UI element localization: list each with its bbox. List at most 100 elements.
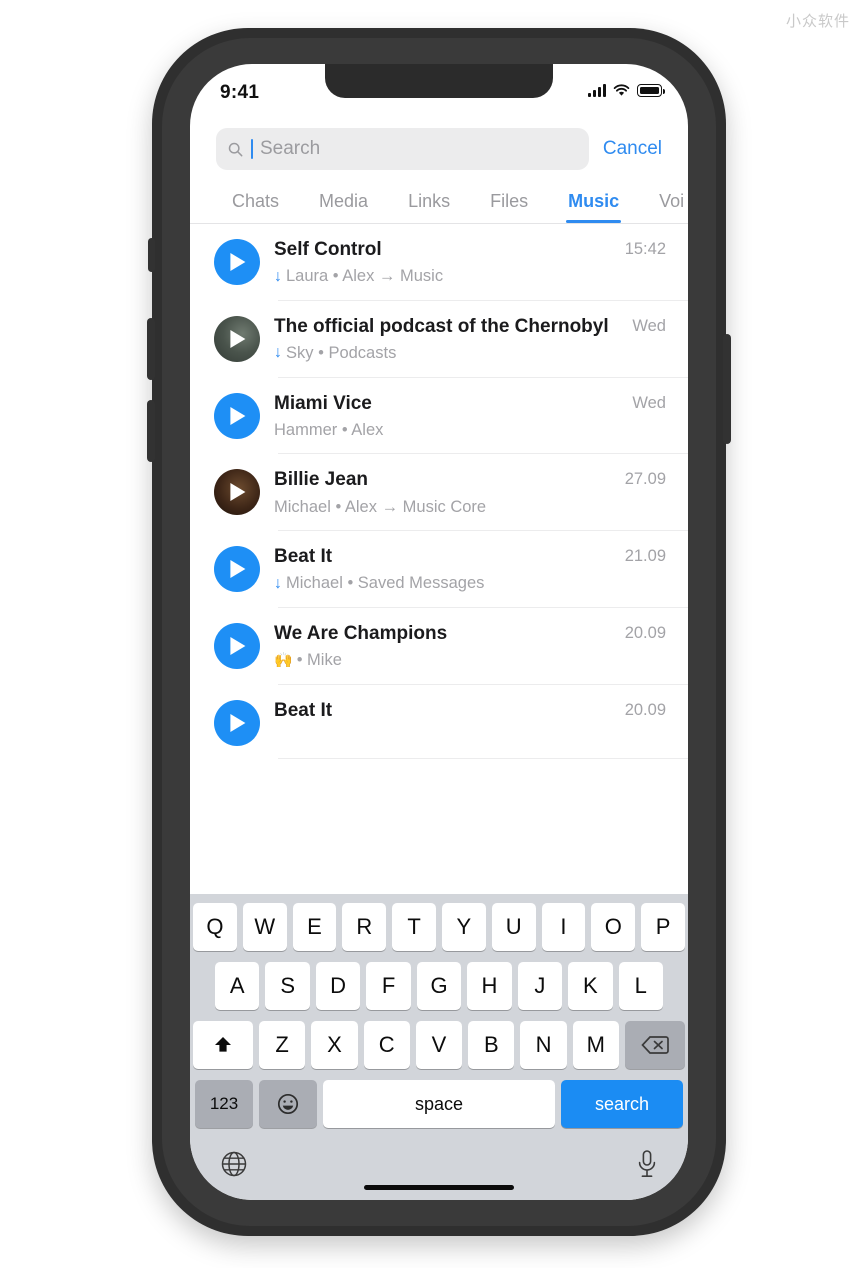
key-u[interactable]: U <box>491 903 536 951</box>
key-o[interactable]: O <box>591 903 636 951</box>
numbers-key[interactable]: 123 <box>195 1080 253 1128</box>
key-v[interactable]: V <box>415 1021 463 1069</box>
list-item[interactable]: We Are Champions 🙌 • Mike 20.09 <box>190 608 688 685</box>
list-item[interactable]: Miami Vice Hammer • Alex Wed <box>190 378 688 455</box>
music-list: Self Control ↓ Laura • Alex → Music 15:4… <box>190 224 688 759</box>
list-item-title: Billie Jean <box>274 469 368 491</box>
tab-links[interactable]: Links <box>388 191 470 223</box>
podcast-avatar[interactable] <box>214 315 260 362</box>
power-button[interactable] <box>723 334 731 444</box>
list-item-body: Beat It ↓ Michael • Saved Messages <box>274 544 611 595</box>
key-t[interactable]: T <box>392 903 436 951</box>
emoji-key[interactable] <box>259 1080 317 1128</box>
backspace-key[interactable] <box>624 1021 685 1069</box>
key-r[interactable]: R <box>342 903 387 951</box>
key-n[interactable]: N <box>520 1021 567 1069</box>
key-z[interactable]: Z <box>259 1021 306 1069</box>
key-w[interactable]: W <box>242 903 287 951</box>
key-d[interactable]: D <box>315 962 361 1010</box>
search-icon <box>228 142 243 156</box>
list-item[interactable]: Beat It 20.09 <box>190 685 688 759</box>
phone-frame: 9:41 Search Cancel Chats Media Links Fil… <box>147 28 731 1236</box>
album-art-avatar[interactable] <box>214 469 260 516</box>
space-key[interactable]: space <box>323 1080 555 1128</box>
play-icon <box>230 483 246 502</box>
play-icon <box>230 713 246 732</box>
raised-hands-emoji-icon: 🙌 <box>274 652 293 670</box>
list-item-time: 15:42 <box>624 240 666 258</box>
play-button-avatar[interactable] <box>214 239 260 285</box>
list-item-time: Wed <box>632 393 666 412</box>
list-item-body: We Are Champions 🙌 • Mike <box>274 621 611 672</box>
notch <box>325 64 553 98</box>
search-input[interactable]: Search <box>216 128 589 170</box>
signal-bars-icon <box>588 84 606 97</box>
microphone-icon[interactable] <box>635 1148 659 1180</box>
play-button-avatar[interactable] <box>214 392 260 439</box>
search-key[interactable]: search <box>561 1080 683 1128</box>
globe-icon[interactable] <box>219 1149 249 1179</box>
list-item[interactable]: The official podcast of the Chernobyl ↓ … <box>190 301 688 378</box>
list-item[interactable]: Billie Jean Michael • Alex → Music Core … <box>190 454 688 531</box>
list-item-title: Beat It <box>274 699 333 721</box>
download-icon: ↓ <box>274 344 282 362</box>
list-item[interactable]: Beat It ↓ Michael • Saved Messages 21.09 <box>190 531 688 608</box>
tab-voice[interactable]: Voi <box>639 191 688 223</box>
key-c[interactable]: C <box>363 1021 410 1069</box>
shift-arrow-icon <box>215 1037 232 1052</box>
keyboard-row-2: A S D F G H J K L <box>193 962 685 1010</box>
key-h[interactable]: H <box>467 962 512 1010</box>
emoji-smiley-icon <box>277 1093 299 1115</box>
search-bar: Search Cancel <box>190 122 688 170</box>
keyboard-row-3: Z X C V B N M <box>193 1021 685 1069</box>
tab-music[interactable]: Music <box>548 191 639 223</box>
play-button-avatar[interactable] <box>214 546 260 592</box>
mute-switch[interactable] <box>148 238 155 272</box>
list-item-body: Billie Jean Michael • Alex → Music Core <box>274 467 611 518</box>
search-placeholder: Search <box>260 138 321 159</box>
list-item-title: The official podcast of the Chernobyl <box>274 315 609 337</box>
tab-files[interactable]: Files <box>470 191 548 223</box>
key-s[interactable]: S <box>265 962 310 1010</box>
key-q[interactable]: Q <box>193 903 237 951</box>
shift-key[interactable] <box>193 1021 254 1069</box>
play-button-avatar[interactable] <box>214 622 260 669</box>
status-time: 9:41 <box>220 82 260 103</box>
key-m[interactable]: M <box>572 1021 619 1069</box>
key-p[interactable]: P <box>641 903 685 951</box>
keyboard-row-4: 123 space search <box>193 1080 685 1128</box>
watermark: 小众软件 <box>785 12 850 30</box>
key-y[interactable]: Y <box>442 903 486 951</box>
key-f[interactable]: F <box>366 962 411 1010</box>
play-icon <box>230 329 246 348</box>
volume-down-button[interactable] <box>147 400 155 462</box>
list-item-title: Miami Vice <box>274 392 372 414</box>
key-b[interactable]: B <box>468 1021 515 1069</box>
list-item-subtitle-wrap: 🙌 • Mike <box>274 650 611 671</box>
key-g[interactable]: G <box>416 962 462 1010</box>
key-l[interactable]: L <box>618 962 663 1010</box>
play-button-avatar[interactable] <box>214 699 260 746</box>
key-x[interactable]: X <box>311 1021 358 1069</box>
home-indicator[interactable] <box>364 1185 514 1190</box>
list-item[interactable]: Self Control ↓ Laura • Alex → Music 15:4… <box>190 224 688 301</box>
tab-bar: Chats Media Links Files Music Voi <box>190 170 688 224</box>
wifi-icon <box>613 84 630 96</box>
key-a[interactable]: A <box>215 962 260 1010</box>
key-i[interactable]: I <box>541 903 586 951</box>
tab-media[interactable]: Media <box>299 191 388 223</box>
play-icon <box>230 560 246 578</box>
list-item-time: 21.09 <box>624 547 666 565</box>
phone-screen: 9:41 Search Cancel Chats Media Links Fil… <box>190 64 688 1200</box>
tab-chats[interactable]: Chats <box>212 191 299 223</box>
list-item-subtitle-wrap: ↓ Sky • Podcasts <box>274 343 618 364</box>
text-cursor <box>251 139 253 159</box>
volume-up-button[interactable] <box>147 318 155 380</box>
list-item-subtitle: • Mike <box>296 651 342 670</box>
cancel-button[interactable]: Cancel <box>603 138 662 160</box>
key-e[interactable]: E <box>292 903 337 951</box>
list-item-subtitle-wrap: ↓ Laura • Alex → Music <box>274 266 611 287</box>
on-screen-keyboard: Q W E R T Y U I O P A S D F G H J K L Z … <box>190 894 688 1200</box>
key-j[interactable]: J <box>517 962 563 1010</box>
key-k[interactable]: K <box>568 962 613 1010</box>
